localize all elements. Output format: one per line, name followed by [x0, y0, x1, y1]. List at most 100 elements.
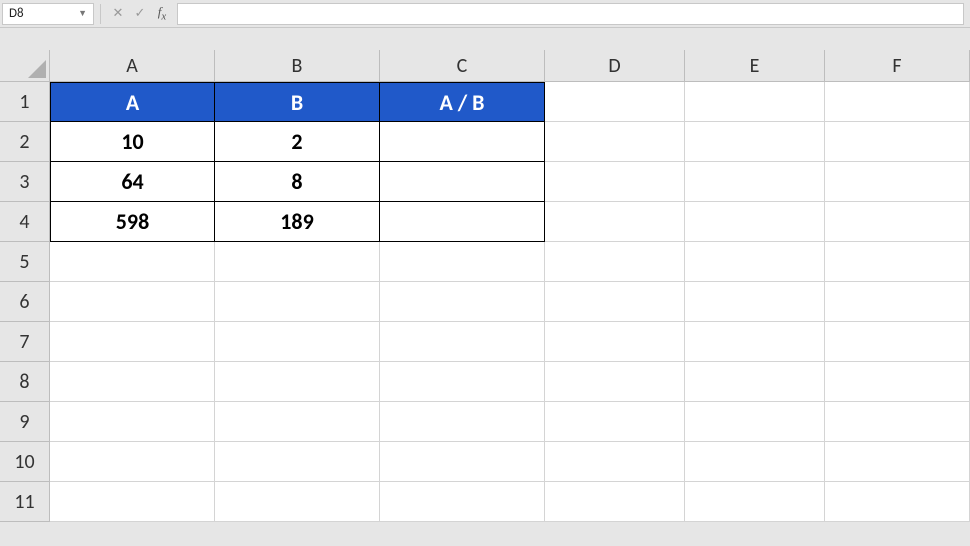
select-all-corner[interactable] [0, 50, 50, 82]
row-header-5[interactable]: 5 [0, 242, 50, 282]
cell-B8[interactable] [215, 362, 380, 402]
row-header-10[interactable]: 10 [0, 442, 50, 482]
cell-F2[interactable] [825, 122, 970, 162]
cell-E3[interactable] [685, 162, 825, 202]
cell-C11[interactable] [380, 482, 545, 522]
formula-input[interactable] [177, 3, 964, 25]
cell-B6[interactable] [215, 282, 380, 322]
cell-A11[interactable] [50, 482, 215, 522]
separator [100, 4, 101, 24]
col-header-B[interactable]: B [215, 50, 380, 82]
cell-E4[interactable] [685, 202, 825, 242]
cell-F5[interactable] [825, 242, 970, 282]
cell-D8[interactable] [545, 362, 685, 402]
spreadsheet-grid: A B C D E F 1 A B A / B 2 10 2 3 [0, 50, 970, 522]
row-11: 11 [0, 482, 970, 522]
cell-E7[interactable] [685, 322, 825, 362]
fx-icon[interactable]: fx [151, 3, 173, 25]
cell-D11[interactable] [545, 482, 685, 522]
cell-A9[interactable] [50, 402, 215, 442]
cell-E11[interactable] [685, 482, 825, 522]
cell-E8[interactable] [685, 362, 825, 402]
cell-E1[interactable] [685, 82, 825, 122]
row-header-6[interactable]: 6 [0, 282, 50, 322]
row-header-4[interactable]: 4 [0, 202, 50, 242]
col-header-A[interactable]: A [50, 50, 215, 82]
col-header-F[interactable]: F [825, 50, 970, 82]
name-box[interactable]: D8 ▼ [2, 3, 94, 25]
cell-A4[interactable]: 598 [50, 202, 215, 242]
row-header-2[interactable]: 2 [0, 122, 50, 162]
row-header-11[interactable]: 11 [0, 482, 50, 522]
cell-C1[interactable]: A / B [380, 82, 545, 122]
cell-E9[interactable] [685, 402, 825, 442]
row-header-3[interactable]: 3 [0, 162, 50, 202]
cell-A2[interactable]: 10 [50, 122, 215, 162]
cell-D9[interactable] [545, 402, 685, 442]
cell-D5[interactable] [545, 242, 685, 282]
row-10: 10 [0, 442, 970, 482]
cell-D4[interactable] [545, 202, 685, 242]
cell-F8[interactable] [825, 362, 970, 402]
cell-C3[interactable] [380, 162, 545, 202]
cell-E5[interactable] [685, 242, 825, 282]
col-header-E[interactable]: E [685, 50, 825, 82]
cell-B2[interactable]: 2 [215, 122, 380, 162]
cell-A6[interactable] [50, 282, 215, 322]
cell-A3[interactable]: 64 [50, 162, 215, 202]
cell-E6[interactable] [685, 282, 825, 322]
cell-C5[interactable] [380, 242, 545, 282]
cell-F6[interactable] [825, 282, 970, 322]
cell-A1[interactable]: A [50, 82, 215, 122]
toolbar-spacer [0, 28, 970, 50]
cell-B9[interactable] [215, 402, 380, 442]
col-header-D[interactable]: D [545, 50, 685, 82]
cell-B11[interactable] [215, 482, 380, 522]
cell-B3[interactable]: 8 [215, 162, 380, 202]
cell-B5[interactable] [215, 242, 380, 282]
row-7: 7 [0, 322, 970, 362]
cell-F11[interactable] [825, 482, 970, 522]
enter-icon[interactable]: ✓ [129, 3, 151, 25]
cell-D10[interactable] [545, 442, 685, 482]
cell-C9[interactable] [380, 402, 545, 442]
row-header-7[interactable]: 7 [0, 322, 50, 362]
cell-C10[interactable] [380, 442, 545, 482]
cell-D7[interactable] [545, 322, 685, 362]
cell-D1[interactable] [545, 82, 685, 122]
cell-B4[interactable]: 189 [215, 202, 380, 242]
chevron-down-icon[interactable]: ▼ [78, 8, 87, 19]
cell-B10[interactable] [215, 442, 380, 482]
cell-C6[interactable] [380, 282, 545, 322]
column-headers: A B C D E F [0, 50, 970, 82]
col-header-C[interactable]: C [380, 50, 545, 82]
cell-B1[interactable]: B [215, 82, 380, 122]
cell-C7[interactable] [380, 322, 545, 362]
row-header-9[interactable]: 9 [0, 402, 50, 442]
cell-B7[interactable] [215, 322, 380, 362]
cell-C2[interactable] [380, 122, 545, 162]
cell-A10[interactable] [50, 442, 215, 482]
cell-A5[interactable] [50, 242, 215, 282]
cell-C8[interactable] [380, 362, 545, 402]
cell-F1[interactable] [825, 82, 970, 122]
cell-F10[interactable] [825, 442, 970, 482]
row-header-8[interactable]: 8 [0, 362, 50, 402]
cell-F3[interactable] [825, 162, 970, 202]
cancel-icon[interactable]: ✕ [107, 3, 129, 25]
cell-F4[interactable] [825, 202, 970, 242]
cell-F7[interactable] [825, 322, 970, 362]
cell-A7[interactable] [50, 322, 215, 362]
cell-A8[interactable] [50, 362, 215, 402]
cell-D6[interactable] [545, 282, 685, 322]
cell-E2[interactable] [685, 122, 825, 162]
rows: 1 A B A / B 2 10 2 3 64 8 [0, 82, 970, 522]
cell-E10[interactable] [685, 442, 825, 482]
row-9: 9 [0, 402, 970, 442]
cell-C4[interactable] [380, 202, 545, 242]
row-header-1[interactable]: 1 [0, 82, 50, 122]
cell-F9[interactable] [825, 402, 970, 442]
name-box-value: D8 [9, 6, 24, 21]
cell-D2[interactable] [545, 122, 685, 162]
cell-D3[interactable] [545, 162, 685, 202]
